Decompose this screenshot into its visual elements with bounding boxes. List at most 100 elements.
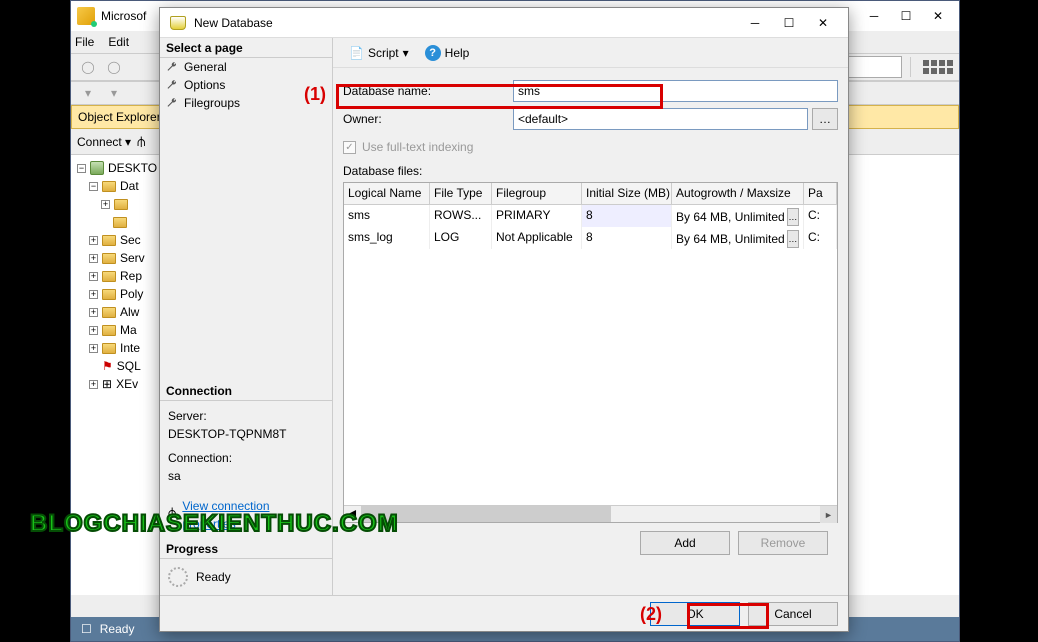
- col-logical-name[interactable]: Logical Name: [344, 183, 430, 204]
- col-path[interactable]: Pa: [804, 183, 837, 204]
- cell-name[interactable]: sms_log: [344, 227, 430, 249]
- statusbar-ready-icon: ☐: [81, 622, 92, 636]
- menu-file[interactable]: File: [75, 35, 94, 49]
- nav-fwd-icon[interactable]: ◯: [103, 56, 125, 78]
- col-file-type[interactable]: File Type: [430, 183, 492, 204]
- sqlagent-icon: ⚑: [102, 359, 113, 373]
- layout-grid-icon[interactable]: [923, 60, 953, 74]
- dialog-title: New Database: [194, 16, 273, 30]
- wrench-icon: [166, 61, 178, 73]
- wrench-icon: [166, 97, 178, 109]
- watermark-text: BLOGCHIASEKIENTHUC.COM: [30, 510, 399, 538]
- expand-icon[interactable]: +: [89, 236, 98, 245]
- cell-path[interactable]: C:: [804, 205, 837, 227]
- tool-icon[interactable]: ▾: [77, 82, 99, 104]
- owner-label: Owner:: [343, 112, 513, 126]
- dialog-maximize-button[interactable]: ☐: [774, 12, 804, 34]
- add-button[interactable]: Add: [640, 531, 730, 555]
- owner-browse-button[interactable]: …: [812, 108, 838, 130]
- remove-button: Remove: [738, 531, 828, 555]
- col-filegroup[interactable]: Filegroup: [492, 183, 582, 204]
- dialog-titlebar: New Database ─ ☐ ✕: [160, 8, 848, 38]
- progress-value: Ready: [196, 570, 231, 584]
- cancel-button[interactable]: Cancel: [748, 602, 838, 626]
- dialog-minimize-button[interactable]: ─: [740, 12, 770, 34]
- folder-icon: [102, 235, 116, 246]
- cell-size[interactable]: 8: [582, 205, 672, 227]
- cell-auto-text: By 64 MB, Unlimited: [676, 232, 785, 246]
- collapse-icon[interactable]: −: [89, 182, 98, 191]
- folder-icon: [102, 181, 116, 192]
- ok-button[interactable]: OK: [650, 602, 740, 626]
- connect-button[interactable]: Connect ▾: [77, 135, 131, 149]
- tree-replication[interactable]: Rep: [120, 269, 142, 283]
- expand-icon[interactable]: +: [89, 380, 98, 389]
- cell-name[interactable]: sms: [344, 205, 430, 227]
- dbname-input[interactable]: [513, 80, 838, 102]
- cell-fg[interactable]: Not Applicable: [492, 227, 582, 249]
- tree-security[interactable]: Sec: [120, 233, 141, 247]
- wrench-icon: [166, 79, 178, 91]
- connect-tool-icon[interactable]: ⫛: [137, 133, 145, 150]
- col-initial-size[interactable]: Initial Size (MB): [582, 183, 672, 204]
- connection-value: sa: [168, 467, 324, 485]
- status-text: Ready: [100, 622, 135, 636]
- tool-icon-2[interactable]: ▾: [103, 82, 125, 104]
- folder-icon: [102, 289, 116, 300]
- cell-path[interactable]: C:: [804, 227, 837, 249]
- maximize-button[interactable]: ☐: [891, 5, 921, 27]
- cell-auto[interactable]: By 64 MB, Unlimited…: [672, 227, 804, 249]
- nav-back-icon[interactable]: ◯: [77, 56, 99, 78]
- cell-type[interactable]: ROWS...: [430, 205, 492, 227]
- dialog-close-button[interactable]: ✕: [808, 12, 838, 34]
- cell-fg[interactable]: PRIMARY: [492, 205, 582, 227]
- expand-icon[interactable]: +: [89, 308, 98, 317]
- tree-always[interactable]: Alw: [120, 305, 139, 319]
- database-files-grid[interactable]: Logical Name File Type Filegroup Initial…: [343, 182, 838, 523]
- horizontal-scrollbar[interactable]: ◄ ►: [344, 505, 837, 522]
- dbname-label: Database name:: [343, 84, 513, 98]
- col-autogrowth[interactable]: Autogrowth / Maxsize: [672, 183, 804, 204]
- script-label: Script: [368, 46, 399, 60]
- tree-management[interactable]: Ma: [120, 323, 137, 337]
- folder-icon: [102, 253, 116, 264]
- scroll-right-arrow[interactable]: ►: [820, 506, 837, 523]
- expand-icon[interactable]: +: [101, 200, 110, 209]
- folder-icon: [102, 307, 116, 318]
- menu-edit[interactable]: Edit: [108, 35, 129, 49]
- folder-icon: [102, 343, 116, 354]
- cell-type[interactable]: LOG: [430, 227, 492, 249]
- expand-icon[interactable]: +: [89, 326, 98, 335]
- tree-integration[interactable]: Inte: [120, 341, 140, 355]
- expand-icon[interactable]: +: [89, 254, 98, 263]
- cell-size[interactable]: 8: [582, 227, 672, 249]
- expand-icon[interactable]: +: [89, 290, 98, 299]
- grid-row[interactable]: sms_log LOG Not Applicable 8 By 64 MB, U…: [344, 227, 837, 249]
- minimize-button[interactable]: ─: [859, 5, 889, 27]
- tree-serverobj[interactable]: Serv: [120, 251, 145, 265]
- close-button[interactable]: ✕: [923, 5, 953, 27]
- collapse-icon[interactable]: −: [77, 164, 86, 173]
- owner-input[interactable]: [513, 108, 808, 130]
- autogrowth-button[interactable]: …: [787, 230, 799, 248]
- script-button[interactable]: 📄 Script ▾: [343, 44, 415, 62]
- grid-header: Logical Name File Type Filegroup Initial…: [344, 183, 837, 205]
- dialog-toolbar: 📄 Script ▾ ? Help: [333, 38, 848, 68]
- tree-sqlagent[interactable]: SQL: [117, 359, 141, 373]
- expand-icon[interactable]: +: [89, 344, 98, 353]
- tree-poly[interactable]: Poly: [120, 287, 143, 301]
- autogrowth-button[interactable]: …: [787, 208, 799, 226]
- grid-row[interactable]: sms ROWS... PRIMARY 8 By 64 MB, Unlimite…: [344, 205, 837, 227]
- page-general[interactable]: General: [160, 58, 332, 76]
- help-label: Help: [445, 46, 470, 60]
- help-button[interactable]: ? Help: [425, 45, 470, 61]
- xevent-icon: ⊞: [102, 377, 112, 391]
- tree-server[interactable]: DESKTO: [108, 161, 157, 175]
- new-database-dialog: New Database ─ ☐ ✕ Select a page General…: [159, 7, 849, 632]
- page-filegroups-label: Filegroups: [184, 96, 240, 110]
- expand-icon[interactable]: +: [89, 272, 98, 281]
- tree-xevent[interactable]: XEv: [116, 377, 138, 391]
- cell-auto[interactable]: By 64 MB, Unlimited…: [672, 205, 804, 227]
- server-value: DESKTOP-TQPNM8T: [168, 425, 324, 443]
- tree-databases[interactable]: Dat: [120, 179, 139, 193]
